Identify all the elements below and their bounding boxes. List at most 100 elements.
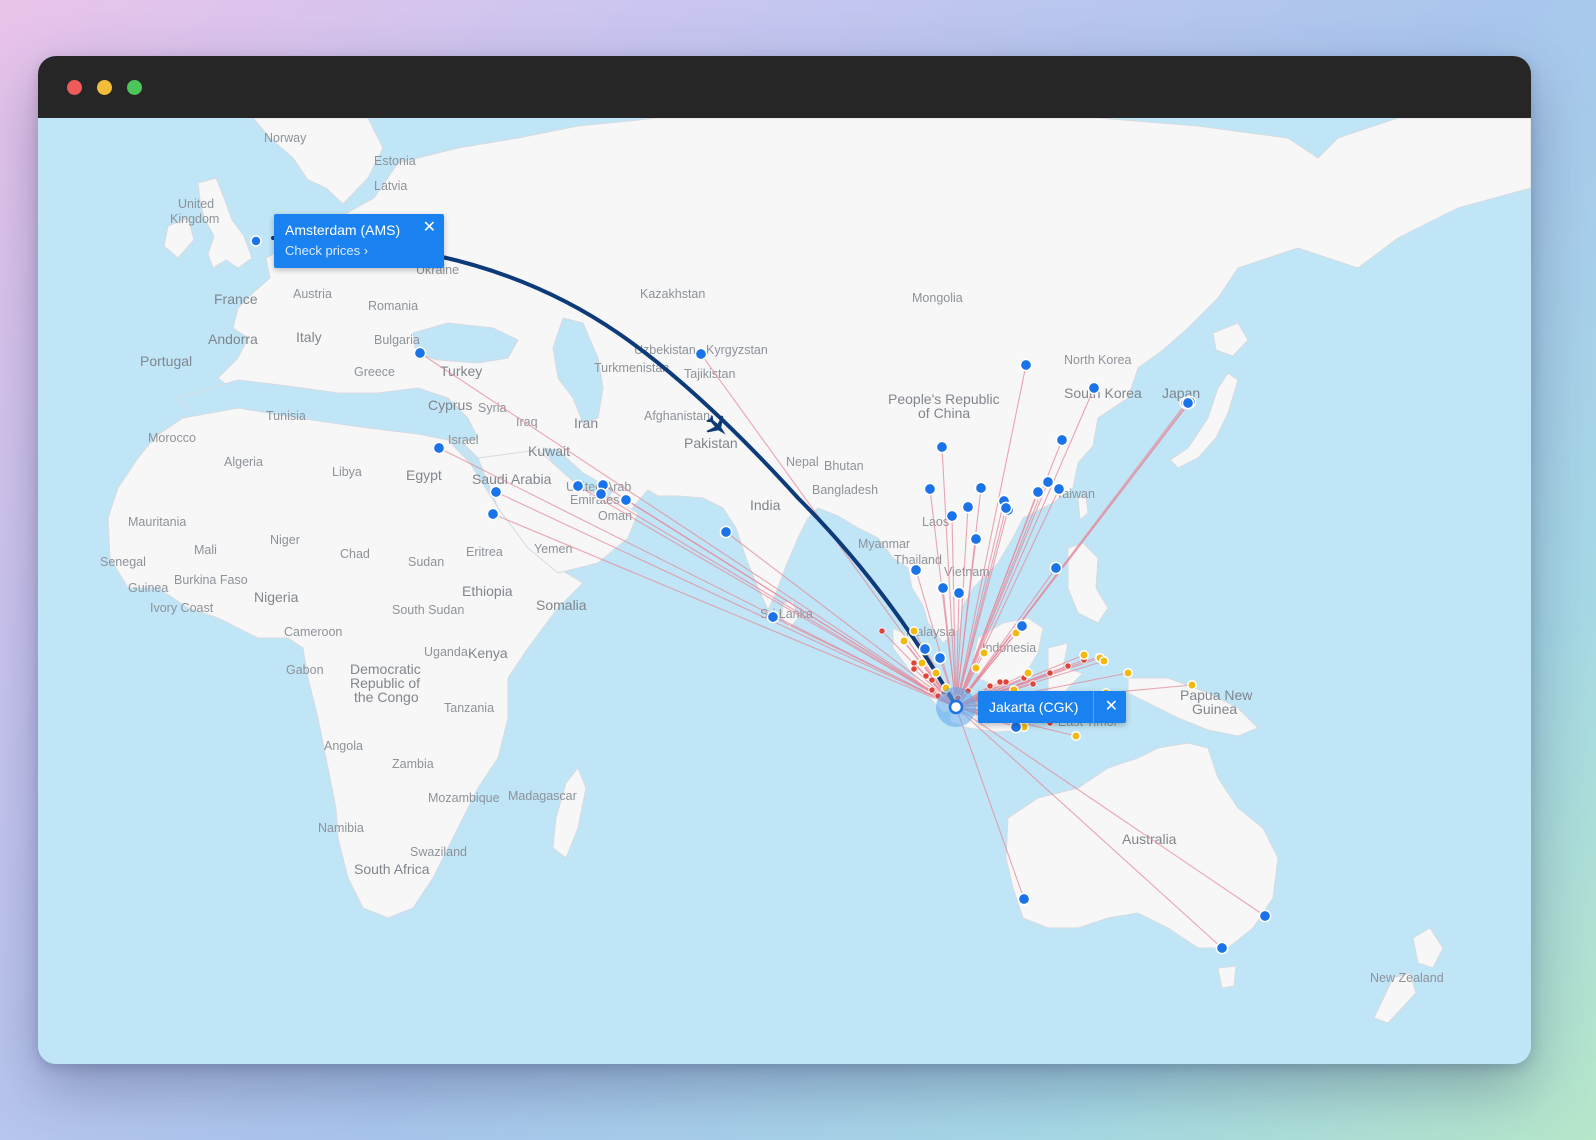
airport-marker-blue[interactable]: [1009, 720, 1023, 734]
label-cyprus: Cyprus: [428, 397, 472, 413]
label-algeria: Algeria: [224, 455, 263, 469]
airport-marker-blue[interactable]: [999, 501, 1013, 515]
airport-marker-amsterdam[interactable]: [250, 235, 262, 247]
airport-marker-blue[interactable]: [909, 563, 923, 577]
label-morocco: Morocco: [148, 431, 196, 445]
airport-marker-red[interactable]: [928, 686, 936, 694]
label-pakistan: Pakistan: [684, 435, 738, 451]
airport-marker-blue[interactable]: [1019, 358, 1033, 372]
airport-marker-yellow[interactable]: [979, 648, 989, 658]
airport-marker-blue[interactable]: [619, 493, 633, 507]
airport-marker-blue[interactable]: [1215, 941, 1229, 955]
label-kuwait: Kuwait: [528, 443, 570, 459]
label-ethiopia: Ethiopia: [462, 583, 513, 599]
airport-marker-red[interactable]: [928, 676, 936, 684]
airport-marker-red[interactable]: [1002, 678, 1010, 686]
airport-marker-blue[interactable]: [935, 440, 949, 454]
airport-marker-red[interactable]: [996, 678, 1004, 686]
airport-marker-blue[interactable]: [489, 485, 503, 499]
airport-marker-red[interactable]: [878, 627, 886, 635]
airport-marker-blue[interactable]: [974, 481, 988, 495]
airport-marker-yellow[interactable]: [1079, 650, 1089, 660]
airport-marker-blue[interactable]: [1017, 892, 1031, 906]
destination-popup[interactable]: Amsterdam (AMS) Check prices › ✕: [274, 214, 444, 268]
label-kenya: Kenya: [468, 645, 508, 661]
label-andorra: Andorra: [208, 331, 258, 347]
label-tanzania: Tanzania: [444, 701, 494, 715]
airport-marker-yellow[interactable]: [909, 626, 919, 636]
label-uk-2: Kingdom: [170, 212, 219, 226]
airport-marker-blue[interactable]: [918, 642, 932, 656]
airport-marker-red[interactable]: [910, 665, 918, 673]
airport-marker-blue[interactable]: [1055, 433, 1069, 447]
airport-marker-red[interactable]: [1046, 669, 1054, 677]
airport-marker-blue[interactable]: [1031, 485, 1045, 499]
airport-marker-blue[interactable]: [1015, 619, 1029, 633]
check-prices-label: Check prices: [285, 243, 361, 258]
airport-marker-yellow[interactable]: [1187, 680, 1197, 690]
airport-marker-blue[interactable]: [1087, 381, 1101, 395]
window-minimize-button[interactable]: [97, 80, 112, 95]
label-tajikistan: Tajikistan: [684, 367, 735, 381]
flight-map[interactable]: Norway Estonia Latvia United Kingdom Ukr…: [38, 118, 1531, 1064]
window-zoom-button[interactable]: [127, 80, 142, 95]
label-india: India: [750, 497, 781, 513]
airport-marker-blue[interactable]: [413, 346, 427, 360]
airport-marker-blue[interactable]: [719, 525, 733, 539]
label-oman: Oman: [598, 509, 632, 523]
label-eritrea: Eritrea: [466, 545, 503, 559]
check-prices-link[interactable]: Check prices ›: [285, 243, 368, 258]
airport-marker-yellow[interactable]: [899, 636, 909, 646]
label-guinea: Guinea: [128, 581, 168, 595]
label-nigeria: Nigeria: [254, 589, 299, 605]
airport-marker-blue[interactable]: [952, 586, 966, 600]
label-ivory-coast: Ivory Coast: [150, 601, 214, 615]
label-somalia: Somalia: [536, 597, 587, 613]
airport-marker-blue[interactable]: [1041, 475, 1055, 489]
airport-marker-yellow[interactable]: [1099, 656, 1109, 666]
airport-marker-blue[interactable]: [766, 610, 780, 624]
label-uk-1: United: [178, 197, 214, 211]
label-mozambique: Mozambique: [428, 791, 500, 805]
label-latvia: Latvia: [374, 179, 407, 193]
label-australia: Australia: [1122, 831, 1177, 847]
airport-marker-yellow[interactable]: [917, 658, 927, 668]
airport-marker-blue[interactable]: [694, 347, 708, 361]
airport-marker-yellow[interactable]: [971, 663, 981, 673]
airport-marker-blue[interactable]: [486, 507, 500, 521]
window-close-button[interactable]: [67, 80, 82, 95]
airport-marker-yellow[interactable]: [1071, 731, 1081, 741]
label-kazakhstan: Kazakhstan: [640, 287, 705, 301]
airport-marker-blue[interactable]: [923, 482, 937, 496]
airport-marker-blue[interactable]: [945, 509, 959, 523]
label-syria: Syria: [478, 401, 507, 415]
label-iran: Iran: [574, 415, 598, 431]
label-yemen: Yemen: [534, 542, 573, 556]
airport-marker-red[interactable]: [1064, 662, 1072, 670]
close-icon[interactable]: ✕: [1105, 699, 1118, 715]
airport-marker-blue[interactable]: [594, 487, 608, 501]
airport-marker-blue[interactable]: [571, 479, 585, 493]
airport-marker-blue[interactable]: [936, 581, 950, 595]
close-icon[interactable]: ✕: [423, 220, 436, 236]
origin-popup[interactable]: Jakarta (CGK) ✕: [978, 691, 1126, 723]
airport-marker-blue[interactable]: [961, 500, 975, 514]
airport-marker-blue[interactable]: [933, 651, 947, 665]
airport-marker-blue[interactable]: [1181, 396, 1195, 410]
airport-marker-red[interactable]: [922, 672, 930, 680]
airport-marker-blue[interactable]: [1052, 482, 1066, 496]
airport-marker-yellow[interactable]: [1123, 668, 1133, 678]
airport-marker-blue[interactable]: [1258, 909, 1272, 923]
airport-marker-red[interactable]: [1029, 680, 1037, 688]
origin-marker[interactable]: [936, 687, 976, 727]
airport-marker-red[interactable]: [986, 682, 994, 690]
airport-marker-yellow[interactable]: [931, 668, 941, 678]
airport-marker-blue[interactable]: [969, 532, 983, 546]
airport-marker-yellow[interactable]: [1023, 668, 1033, 678]
label-gabon: Gabon: [286, 663, 324, 677]
map-canvas[interactable]: Norway Estonia Latvia United Kingdom Ukr…: [38, 118, 1531, 1064]
airport-marker-red[interactable]: [910, 659, 918, 667]
label-norway: Norway: [264, 131, 307, 145]
airport-marker-blue[interactable]: [432, 441, 446, 455]
airport-marker-blue[interactable]: [1049, 561, 1063, 575]
